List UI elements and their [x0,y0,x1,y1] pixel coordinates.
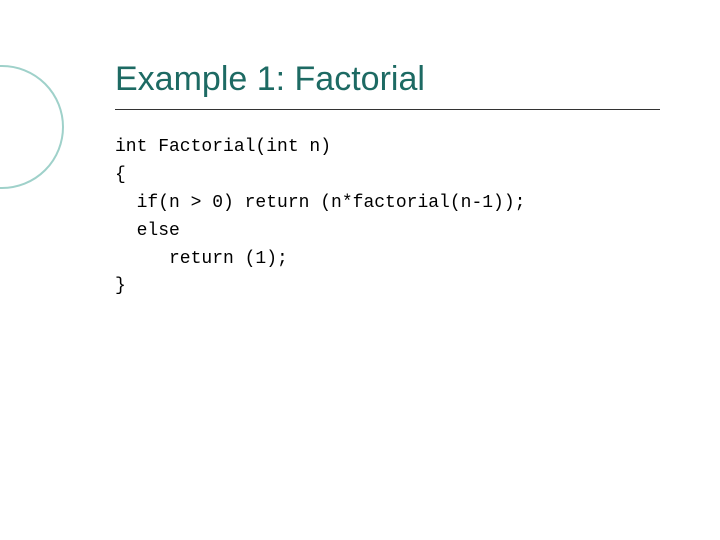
code-block: int Factorial(int n) { if(n > 0) return … [115,134,660,301]
title-divider [115,109,660,110]
slide-title: Example 1: Factorial [115,60,660,109]
content-area: Example 1: Factorial int Factorial(int n… [115,60,660,301]
decorative-ring-icon [0,65,64,189]
slide: Example 1: Factorial int Factorial(int n… [0,0,720,540]
